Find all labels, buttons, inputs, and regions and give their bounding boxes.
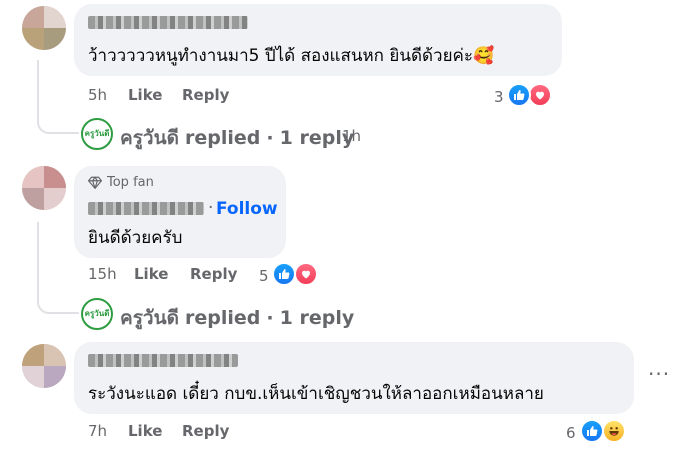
separator-dot: · [266,127,274,149]
more-options-button[interactable]: ··· [648,362,670,386]
view-replies-link[interactable]: ครูวันดี replied · 1 reply [120,123,354,153]
view-replies-link[interactable]: ครูวันดี replied · 1 reply [120,303,354,333]
reaction-count[interactable]: 3 [494,88,504,106]
replier-avatar[interactable]: ครูวันดี [81,118,113,150]
like-button[interactable]: Like [134,265,168,283]
replier-avatar[interactable]: ครูวันดี [81,298,113,330]
reply-button[interactable]: Reply [182,422,229,440]
replier-name[interactable]: ครูวันดี [120,307,179,329]
reaction-count[interactable]: 6 [566,424,576,442]
comment-time[interactable]: 7h [88,422,107,440]
commenter-name[interactable] [88,16,248,29]
separator-dot: · [208,198,214,218]
reply-count: 1 reply [279,307,355,329]
thread-line [37,222,79,314]
like-icon[interactable] [507,83,531,107]
comment-bubble: ระวังนะแอด เดี๋ยว กบข.เห็นเข้าเชิญชวนให้… [74,342,634,414]
top-fan-badge: Top fan [88,175,154,190]
like-button[interactable]: Like [128,422,162,440]
comment-bubble: Top fan · Follow ยินดีด้วยครับ [74,166,286,258]
replier-name[interactable]: ครูวันดี [120,127,179,149]
love-icon[interactable] [528,83,552,107]
love-icon[interactable] [294,262,318,286]
replied-label: replied [184,307,261,329]
replied-time: 1h [342,127,362,145]
commenter-name[interactable] [88,354,238,367]
like-icon[interactable] [580,419,604,443]
like-button[interactable]: Like [128,86,162,104]
comment-text: ว้าวววววหนูทำงานมา5 ปีได้ สองแสนหก ยินดี… [88,46,495,66]
commenter-avatar[interactable] [22,344,66,388]
comment-text: ยินดีด้วยครับ [88,228,183,248]
reply-button[interactable]: Reply [190,265,237,283]
commenter-avatar[interactable] [22,6,66,50]
comment-time[interactable]: 5h [88,86,107,104]
comment-text: ระวังนะแอด เดี๋ยว กบข.เห็นเข้าเชิญชวนให้… [88,384,544,404]
follow-button[interactable]: Follow [216,199,278,219]
thread-line [37,60,79,134]
haha-icon[interactable] [602,419,626,443]
commenter-avatar[interactable] [22,166,66,210]
reaction-count[interactable]: 5 [259,267,269,285]
commenter-name[interactable] [88,202,204,215]
comment-time[interactable]: 15h [88,265,117,283]
replied-label: replied [184,127,261,149]
like-icon[interactable] [272,262,296,286]
separator-dot: · [266,307,274,329]
comment-bubble: ว้าวววววหนูทำงานมา5 ปีได้ สองแสนหก ยินดี… [74,4,562,76]
diamond-icon [88,176,102,189]
reply-button[interactable]: Reply [182,86,229,104]
